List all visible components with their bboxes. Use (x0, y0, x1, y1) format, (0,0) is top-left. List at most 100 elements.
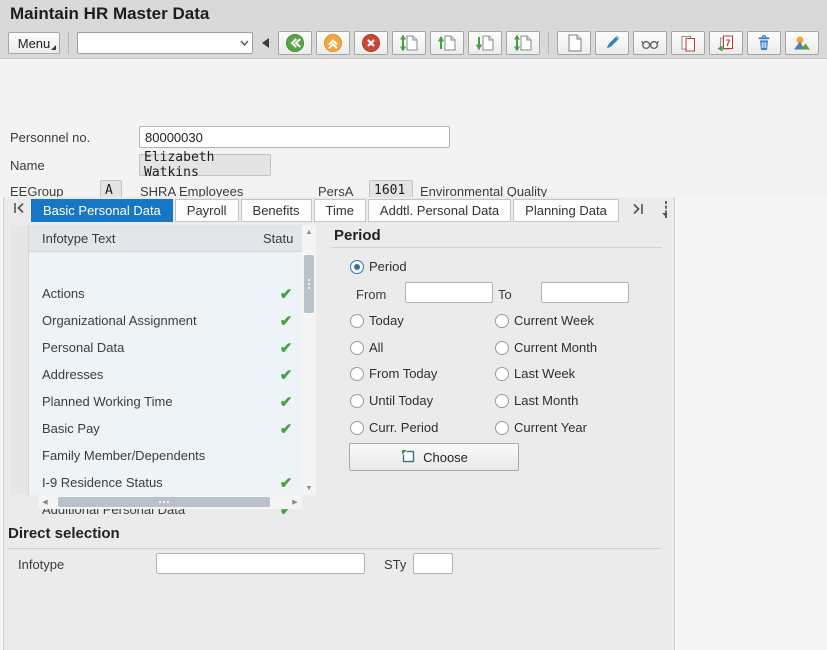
radio-icon[interactable] (495, 394, 509, 408)
delimit-icon: 7 (716, 33, 736, 53)
tab-panel: Basic Personal Data Payroll Benefits Tim… (3, 197, 675, 650)
radio-icon[interactable] (495, 367, 509, 381)
cancel-icon (361, 33, 381, 53)
radio-today[interactable]: Today (350, 313, 404, 328)
infotype-input[interactable] (156, 553, 365, 574)
vertical-scrollbar-thumb[interactable] (304, 255, 314, 313)
radio-period[interactable]: Period (350, 259, 407, 274)
check-icon: ✔ (271, 420, 301, 438)
horizontal-scrollbar-thumb[interactable] (58, 497, 270, 507)
horizontal-scrollbar[interactable]: ◀ ▶ (38, 495, 302, 509)
personnel-no-input[interactable] (139, 126, 450, 148)
back-button[interactable] (278, 31, 312, 55)
table-row[interactable]: Organizational Assignment✔ (28, 307, 302, 334)
choose-button-label: Choose (423, 450, 468, 465)
vertical-scrollbar[interactable]: ▲ ▼ (302, 225, 316, 495)
table-row[interactable]: I-9 Residence Status✔ (28, 469, 302, 496)
radio-curr-period[interactable]: Curr. Period (350, 420, 438, 435)
radio-current-year[interactable]: Current Year (495, 420, 587, 435)
table-row[interactable]: Personal Data✔ (28, 334, 302, 361)
copy-icon (678, 33, 698, 53)
radio-last-week[interactable]: Last Week (495, 366, 575, 381)
scroll-up-icon[interactable]: ▲ (302, 225, 316, 239)
tab-basic-personal-data[interactable]: Basic Personal Data (31, 199, 173, 222)
header-band: Maintain HR Master Data Menu (0, 0, 827, 59)
command-input[interactable] (78, 33, 236, 53)
collapse-toolbar-icon[interactable] (262, 38, 269, 48)
period-group: Period Period From To Today Current Week… (331, 197, 662, 497)
first-page-icon (399, 33, 419, 53)
change-button[interactable] (595, 31, 629, 55)
check-icon: ✔ (271, 366, 301, 384)
toolbar-divider (68, 32, 69, 54)
svg-text:7: 7 (725, 38, 730, 48)
change-icon (602, 33, 622, 53)
menu-corner-icon (51, 45, 56, 50)
chevron-down-icon[interactable] (236, 40, 252, 46)
table-row[interactable]: Planned Working Time✔ (28, 388, 302, 415)
radio-last-month[interactable]: Last Month (495, 393, 578, 408)
personnel-no-label: Personnel no. (10, 130, 90, 145)
radio-icon[interactable] (495, 421, 509, 435)
radio-icon[interactable] (350, 314, 364, 328)
radio-current-month[interactable]: Current Month (495, 340, 597, 355)
check-icon: ✔ (271, 339, 301, 357)
direct-selection-divider (8, 548, 661, 549)
first-page-button[interactable] (392, 31, 426, 55)
radio-selected-icon[interactable] (350, 260, 364, 274)
table-row[interactable]: Actions✔ (28, 280, 302, 307)
radio-icon[interactable] (350, 421, 364, 435)
row-selection-column[interactable] (11, 225, 29, 495)
radio-icon[interactable] (350, 367, 364, 381)
toolbar-divider (548, 32, 549, 54)
display-button[interactable] (633, 31, 667, 55)
table-row[interactable]: Addresses✔ (28, 361, 302, 388)
delimit-button[interactable]: 7 (709, 31, 743, 55)
exit-button[interactable] (316, 31, 350, 55)
copy-button[interactable] (671, 31, 705, 55)
scroll-down-icon[interactable]: ▼ (302, 481, 316, 495)
choose-button[interactable]: Choose (349, 443, 519, 471)
table-row[interactable]: Family Member/Dependents (28, 442, 302, 469)
next-page-icon (475, 33, 495, 53)
previous-page-icon (437, 33, 457, 53)
employee-header: Personnel no. Name Elizabeth Watkins EEG… (0, 59, 827, 197)
from-date-input[interactable] (405, 282, 493, 303)
infotype-table-header: Infotype Text Statu (11, 225, 302, 252)
radio-icon[interactable] (495, 314, 509, 328)
to-date-input[interactable] (541, 282, 629, 303)
delete-icon (754, 33, 774, 53)
infotype-label: Infotype (18, 557, 64, 572)
delete-button[interactable] (747, 31, 781, 55)
radio-from-today[interactable]: From Today (350, 366, 437, 381)
next-page-button[interactable] (468, 31, 502, 55)
tab-benefits[interactable]: Benefits (241, 199, 312, 222)
previous-page-button[interactable] (430, 31, 464, 55)
overview-button[interactable] (785, 31, 819, 55)
cancel-button[interactable] (354, 31, 388, 55)
scroll-right-icon[interactable]: ▶ (288, 495, 302, 509)
command-field[interactable] (77, 32, 253, 54)
radio-icon[interactable] (350, 341, 364, 355)
col-status: Statu (263, 231, 293, 246)
direct-selection-title: Direct selection (8, 525, 120, 542)
radio-current-week[interactable]: Current Week (495, 313, 594, 328)
scroll-left-icon[interactable]: ◀ (38, 495, 52, 509)
radio-until-today[interactable]: Until Today (350, 393, 433, 408)
detach-tab-icon[interactable] (665, 202, 667, 217)
create-button[interactable] (557, 31, 591, 55)
check-icon: ✔ (271, 393, 301, 411)
menu-button[interactable]: Menu (8, 32, 60, 54)
period-divider (331, 247, 662, 248)
sty-input[interactable] (413, 553, 453, 574)
radio-icon[interactable] (495, 341, 509, 355)
tabs-scroll-left-icon[interactable] (13, 202, 26, 217)
tab-payroll[interactable]: Payroll (175, 199, 239, 222)
check-icon: ✔ (271, 285, 301, 303)
sty-label: STy (384, 557, 406, 572)
last-page-button[interactable] (506, 31, 540, 55)
table-row[interactable]: Basic Pay✔ (28, 415, 302, 442)
check-icon: ✔ (271, 474, 301, 492)
radio-all[interactable]: All (350, 340, 383, 355)
radio-icon[interactable] (350, 394, 364, 408)
